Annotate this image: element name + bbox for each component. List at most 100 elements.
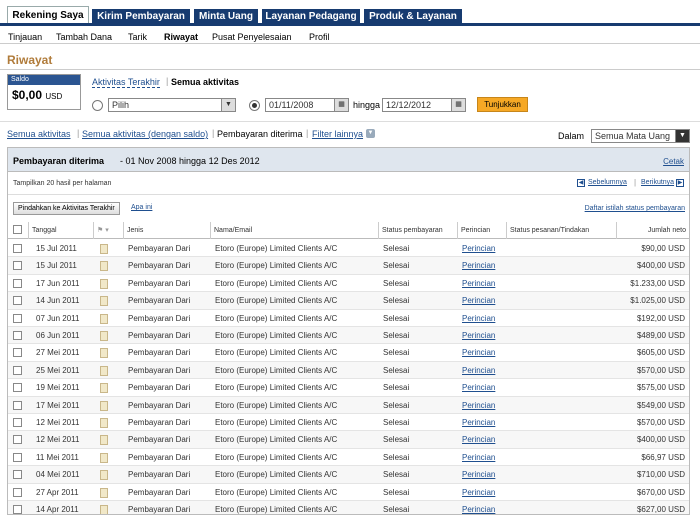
subnav-tambah-dana[interactable]: Tambah Dana — [56, 32, 112, 42]
prev-page-link[interactable]: Sebelumnya — [588, 179, 627, 186]
row-detail-link[interactable]: Perincian — [462, 484, 495, 501]
row-date: 14 Jun 2011 — [36, 296, 80, 306]
row-detail-link[interactable]: Perincian — [462, 449, 495, 466]
row-checkbox[interactable] — [13, 400, 22, 410]
row-checkbox[interactable] — [13, 244, 22, 253]
document-icon — [100, 418, 108, 428]
until-label: hingga — [353, 100, 381, 110]
row-status: Selesai — [383, 365, 410, 375]
row-type: Pembayaran Dari — [128, 470, 191, 480]
row-detail-link[interactable]: Perincian — [462, 397, 495, 414]
row-detail-link[interactable]: Perincian — [462, 240, 495, 257]
row-name: Etoro (Europe) Limited Clients A/C — [215, 505, 338, 514]
row-detail-link[interactable]: Perincian — [462, 431, 495, 448]
row-detail-link[interactable]: Perincian — [462, 275, 495, 292]
row-name: Etoro (Europe) Limited Clients A/C — [215, 452, 338, 462]
divider — [0, 69, 700, 70]
row-detail-link[interactable]: Perincian — [462, 414, 495, 431]
subnav-tinjauan[interactable]: Tinjauan — [8, 32, 42, 42]
subnav-profil[interactable]: Profil — [309, 32, 330, 42]
table-row: 27 Mei 2011 Pembayaran Dari Etoro (Europe)… — [8, 344, 689, 362]
table-header: Tanggal ⚑ ▾ Jenis Nama/Email Status pemb… — [8, 222, 689, 239]
row-checkbox[interactable] — [13, 331, 22, 340]
calendar-icon[interactable]: ▦ — [451, 99, 465, 111]
tab-layanan-pedagang[interactable]: Layanan Pedagang — [262, 9, 360, 24]
row-checkbox[interactable] — [13, 452, 22, 462]
recent-activity-link[interactable]: Aktivitas Terakhir — [92, 77, 160, 88]
row-detail-link[interactable]: Perincian — [462, 257, 495, 274]
row-status: Selesai — [383, 244, 410, 253]
row-type: Pembayaran Dari — [128, 383, 191, 393]
row-name: Etoro (Europe) Limited Clients A/C — [215, 435, 338, 445]
row-name: Etoro (Europe) Limited Clients A/C — [215, 331, 338, 340]
filter-type-radio[interactable] — [92, 100, 103, 111]
row-checkbox[interactable] — [13, 296, 22, 306]
col-net-amount[interactable]: Jumlah neto — [617, 222, 690, 239]
subnav-tarik[interactable]: Tarik — [128, 32, 147, 42]
document-icon — [100, 505, 108, 514]
date-to-input[interactable]: 12/12/2012 ▦ — [382, 98, 466, 112]
date-range-radio[interactable] — [249, 100, 260, 111]
col-flag[interactable]: ⚑ ▾ — [94, 222, 124, 239]
row-detail-link[interactable]: Perincian — [462, 379, 495, 396]
calendar-icon[interactable]: ▦ — [334, 99, 348, 111]
col-status[interactable]: Status pembayaran — [379, 222, 458, 239]
move-to-recent-button[interactable]: Pindahkan ke Aktivitas Terakhir — [13, 202, 120, 215]
row-checkbox[interactable] — [13, 435, 22, 445]
next-arrow-icon[interactable]: ▶ — [676, 179, 684, 187]
row-checkbox[interactable] — [13, 487, 22, 497]
row-status: Selesai — [383, 331, 410, 340]
col-name[interactable]: Nama/Email — [211, 222, 379, 239]
tab-minta-uang[interactable]: Minta Uang — [194, 9, 258, 24]
activity-type-select[interactable]: Pilih ▼ — [108, 98, 236, 112]
row-type: Pembayaran Dari — [128, 400, 191, 410]
row-detail-link[interactable]: Perincian — [462, 362, 495, 379]
table-row: 27 Apr 2011 Pembayaran Dari Etoro (Europe)… — [8, 484, 689, 501]
col-type[interactable]: Jenis — [124, 222, 211, 239]
balance-value: $0,00 — [12, 88, 43, 102]
document-icon — [100, 400, 108, 411]
status-glossary-link[interactable]: Daftar istilah status pembayaran — [585, 205, 685, 212]
more-filters-link[interactable]: Filter lainnya — [312, 129, 363, 139]
row-date: 15 Jul 2011 — [36, 261, 77, 271]
subnav-pusat-penyelesaian[interactable]: Pusat Penyelesaian — [212, 32, 292, 42]
row-checkbox[interactable] — [13, 348, 22, 358]
row-detail-link[interactable]: Perincian — [462, 327, 495, 344]
next-page-link[interactable]: Berikutnya — [641, 179, 674, 186]
table-row: 11 Mei 2011 Pembayaran Dari Etoro (Europe)… — [8, 449, 689, 467]
row-checkbox[interactable] — [13, 278, 22, 288]
row-detail-link[interactable]: Perincian — [462, 466, 495, 483]
row-amount: $570,00 USD — [636, 418, 685, 427]
show-button[interactable]: Tunjukkan — [477, 97, 528, 112]
all-activity-view-link[interactable]: Semua aktivitas — [7, 129, 71, 139]
row-detail-link[interactable]: Perincian — [462, 501, 495, 514]
what-is-this-link[interactable]: Apa ini — [131, 204, 152, 211]
currency-select[interactable]: Semua Mata Uang ▼ — [591, 129, 690, 143]
row-type: Pembayaran Dari — [128, 435, 191, 445]
row-checkbox[interactable] — [13, 261, 22, 271]
row-name: Etoro (Europe) Limited Clients A/C — [215, 470, 338, 480]
all-activity-balance-link[interactable]: Semua aktivitas (dengan saldo) — [82, 129, 208, 139]
col-date[interactable]: Tanggal — [29, 222, 94, 239]
subnav-riwayat[interactable]: Riwayat — [164, 32, 198, 42]
row-checkbox[interactable] — [13, 470, 22, 480]
row-checkbox[interactable] — [13, 313, 22, 323]
row-checkbox[interactable] — [13, 418, 22, 427]
row-detail-link[interactable]: Perincian — [462, 344, 495, 361]
tab-produk-layanan[interactable]: Produk & Layanan — [364, 9, 462, 24]
select-all-checkbox[interactable] — [13, 225, 22, 234]
print-link[interactable]: Cetak — [663, 157, 684, 166]
row-detail-link[interactable]: Perincian — [462, 310, 495, 327]
date-from-input[interactable]: 01/11/2008 ▦ — [265, 98, 349, 112]
row-detail-link[interactable]: Perincian — [462, 292, 495, 309]
prev-arrow-icon[interactable]: ◀ — [577, 179, 585, 187]
table-row: 06 Jun 2011 Pembayaran Dari Etoro (Europe)… — [8, 327, 689, 345]
row-checkbox[interactable] — [13, 383, 22, 393]
row-date: 06 Jun 2011 — [36, 331, 80, 340]
row-checkbox[interactable] — [13, 505, 22, 514]
tab-kirim-pembayaran[interactable]: Kirim Pembayaran — [92, 9, 190, 24]
col-order-status: Status pesanan/Tindakan — [507, 222, 617, 239]
chevron-down-icon[interactable]: ▼ — [366, 129, 375, 138]
row-type: Pembayaran Dari — [128, 452, 191, 462]
row-checkbox[interactable] — [13, 365, 22, 375]
